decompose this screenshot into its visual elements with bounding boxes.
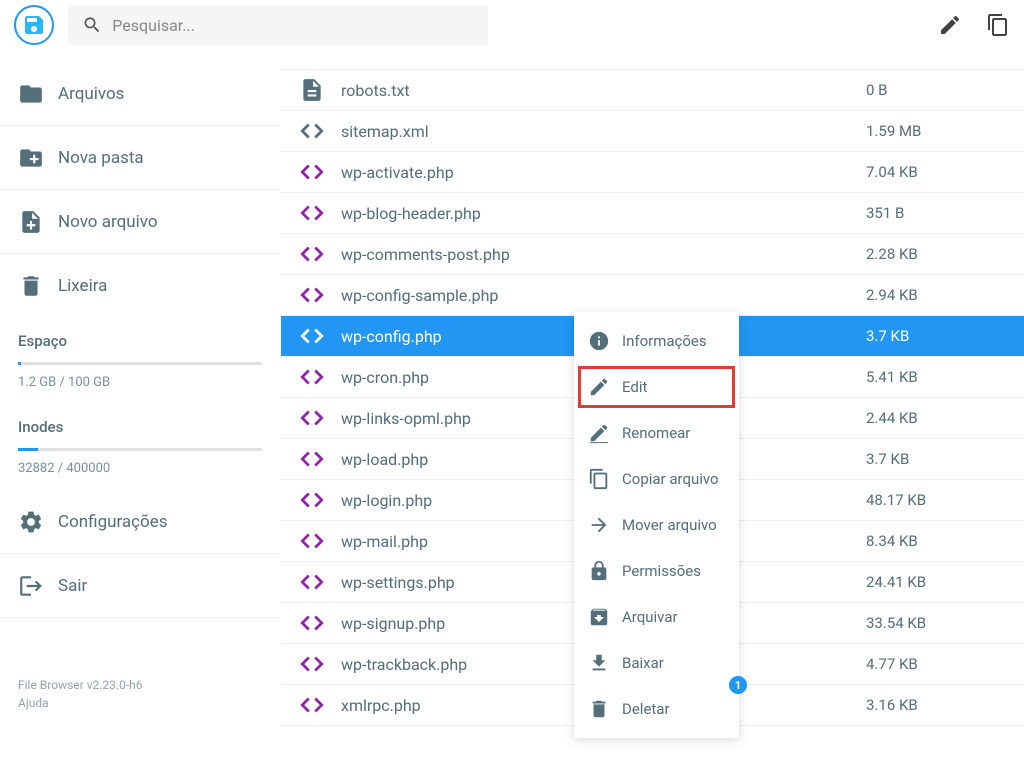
sidebar-footer: File Browser v2.23.0-h6 Ajuda — [18, 676, 142, 712]
sidebar-item-label: Sair — [58, 576, 87, 596]
sidebar-item-label: Arquivos — [58, 84, 124, 104]
file-size: 2.28 KB — [866, 245, 1006, 263]
sidebar-item-settings[interactable]: Configurações — [0, 490, 280, 554]
code-icon — [299, 692, 325, 718]
trash-icon — [18, 273, 44, 299]
file-size: 3.7 KB — [866, 450, 1006, 468]
file-name: wp-blog-header.php — [341, 204, 866, 223]
note-add-icon — [18, 209, 44, 235]
edit-icon — [588, 376, 610, 398]
sidebar-item-create-folder[interactable]: Nova pasta — [0, 126, 280, 190]
sidebar-item-trash[interactable]: Lixeira — [0, 254, 280, 318]
file-size: 2.94 KB — [866, 286, 1006, 304]
settings-icon — [18, 509, 44, 535]
sidebar-item-logout[interactable]: Sair — [0, 554, 280, 618]
edit-icon[interactable] — [938, 13, 962, 37]
menu-item-label: Mover arquivo — [622, 516, 717, 534]
meter-bar — [18, 448, 262, 451]
file-name: robots.txt — [341, 81, 866, 100]
meter-label: Inodes — [18, 418, 262, 436]
meter-bar — [18, 362, 262, 365]
file-size: 4.77 KB — [866, 655, 1006, 673]
meter-text: 1.2 GB / 100 GB — [18, 375, 262, 390]
file-row[interactable]: robots.txt 0 B — [281, 70, 1024, 111]
header — [0, 0, 1024, 50]
meter-label: Espaço — [18, 332, 262, 350]
menu-item-archive[interactable]: Arquivar — [574, 594, 739, 640]
file-name: wp-comments-post.php — [341, 245, 866, 264]
file-row[interactable]: wp-comments-post.php 2.28 KB — [281, 234, 1024, 275]
file-name: wp-activate.php — [341, 163, 866, 182]
menu-item-trash[interactable]: Deletar — [574, 686, 739, 732]
help-link[interactable]: Ajuda — [18, 694, 142, 712]
partial-row — [281, 50, 1024, 70]
sidebar: Arquivos Nova pasta Novo arquivo Lixeira… — [0, 50, 280, 742]
logout-icon — [18, 573, 44, 599]
file-size: 1.59 MB — [866, 122, 1006, 140]
menu-item-label: Deletar — [622, 700, 670, 718]
file-size: 48.17 KB — [866, 491, 1006, 509]
search-input[interactable] — [112, 16, 474, 35]
sidebar-item-label: Nova pasta — [58, 148, 144, 168]
info-icon — [588, 330, 610, 352]
menu-item-label: Baixar — [622, 654, 664, 672]
version-text: File Browser v2.23.0-h6 — [18, 676, 142, 694]
menu-item-label: Permissões — [622, 562, 701, 580]
save-icon — [22, 13, 46, 37]
sidebar-item-note-add[interactable]: Novo arquivo — [0, 190, 280, 254]
copy-icon[interactable] — [986, 13, 1010, 37]
header-actions — [938, 13, 1010, 37]
file-size: 24.41 KB — [866, 573, 1006, 591]
file-size: 8.34 KB — [866, 532, 1006, 550]
context-menu: Informações Edit Renomear Copiar arquivo… — [574, 312, 739, 738]
file-size: 7.04 KB — [866, 163, 1006, 181]
search-icon — [82, 14, 102, 36]
sidebar-item-label: Configurações — [58, 512, 168, 532]
file-size: 3.16 KB — [866, 696, 1006, 714]
file-row[interactable]: wp-config-sample.php 2.94 KB — [281, 275, 1024, 316]
meter-espaço: Espaço 1.2 GB / 100 GB — [0, 318, 280, 404]
sidebar-item-label: Lixeira — [58, 276, 107, 296]
file-list: robots.txt 0 B sitemap.xml 1.59 MB wp-ac… — [280, 50, 1024, 742]
create-folder-icon — [18, 145, 44, 171]
copy-icon — [588, 468, 610, 490]
menu-item-label: Renomear — [622, 424, 690, 442]
lock-icon — [588, 560, 610, 582]
app-logo[interactable] — [14, 5, 54, 45]
archive-icon — [588, 606, 610, 628]
file-size: 5.41 KB — [866, 368, 1006, 386]
menu-item-label: Edit — [622, 378, 647, 396]
menu-item-edit[interactable]: Edit — [574, 364, 739, 410]
search-box[interactable] — [68, 5, 488, 45]
menu-item-rename[interactable]: Renomear — [574, 410, 739, 456]
file-size: 3.7 KB — [866, 327, 1006, 345]
rename-icon — [588, 422, 610, 444]
meter-inodes: Inodes 32882 / 400000 — [0, 404, 280, 490]
move-icon — [588, 514, 610, 536]
file-size: 2.44 KB — [866, 409, 1006, 427]
file-name: sitemap.xml — [341, 122, 866, 141]
sidebar-item-folder[interactable]: Arquivos — [0, 62, 280, 126]
menu-item-lock[interactable]: Permissões — [574, 548, 739, 594]
menu-item-move[interactable]: Mover arquivo — [574, 502, 739, 548]
file-size: 351 B — [866, 204, 1006, 222]
menu-item-copy[interactable]: Copiar arquivo — [574, 456, 739, 502]
menu-item-download[interactable]: Baixar 1 — [574, 640, 739, 686]
file-row[interactable]: wp-blog-header.php 351 B — [281, 193, 1024, 234]
file-row[interactable]: wp-activate.php 7.04 KB — [281, 152, 1024, 193]
menu-item-label: Copiar arquivo — [622, 470, 719, 488]
menu-item-info[interactable]: Informações — [574, 318, 739, 364]
download-icon — [588, 652, 610, 674]
file-name: wp-config-sample.php — [341, 286, 866, 305]
meter-text: 32882 / 400000 — [18, 461, 262, 476]
menu-item-label: Informações — [622, 332, 707, 350]
file-size: 0 B — [866, 81, 1006, 99]
file-size: 33.54 KB — [866, 614, 1006, 632]
sidebar-item-label: Novo arquivo — [58, 212, 158, 232]
file-row[interactable]: sitemap.xml 1.59 MB — [281, 111, 1024, 152]
trash-icon — [588, 698, 610, 720]
menu-item-label: Arquivar — [622, 608, 678, 626]
folder-icon — [18, 81, 44, 107]
